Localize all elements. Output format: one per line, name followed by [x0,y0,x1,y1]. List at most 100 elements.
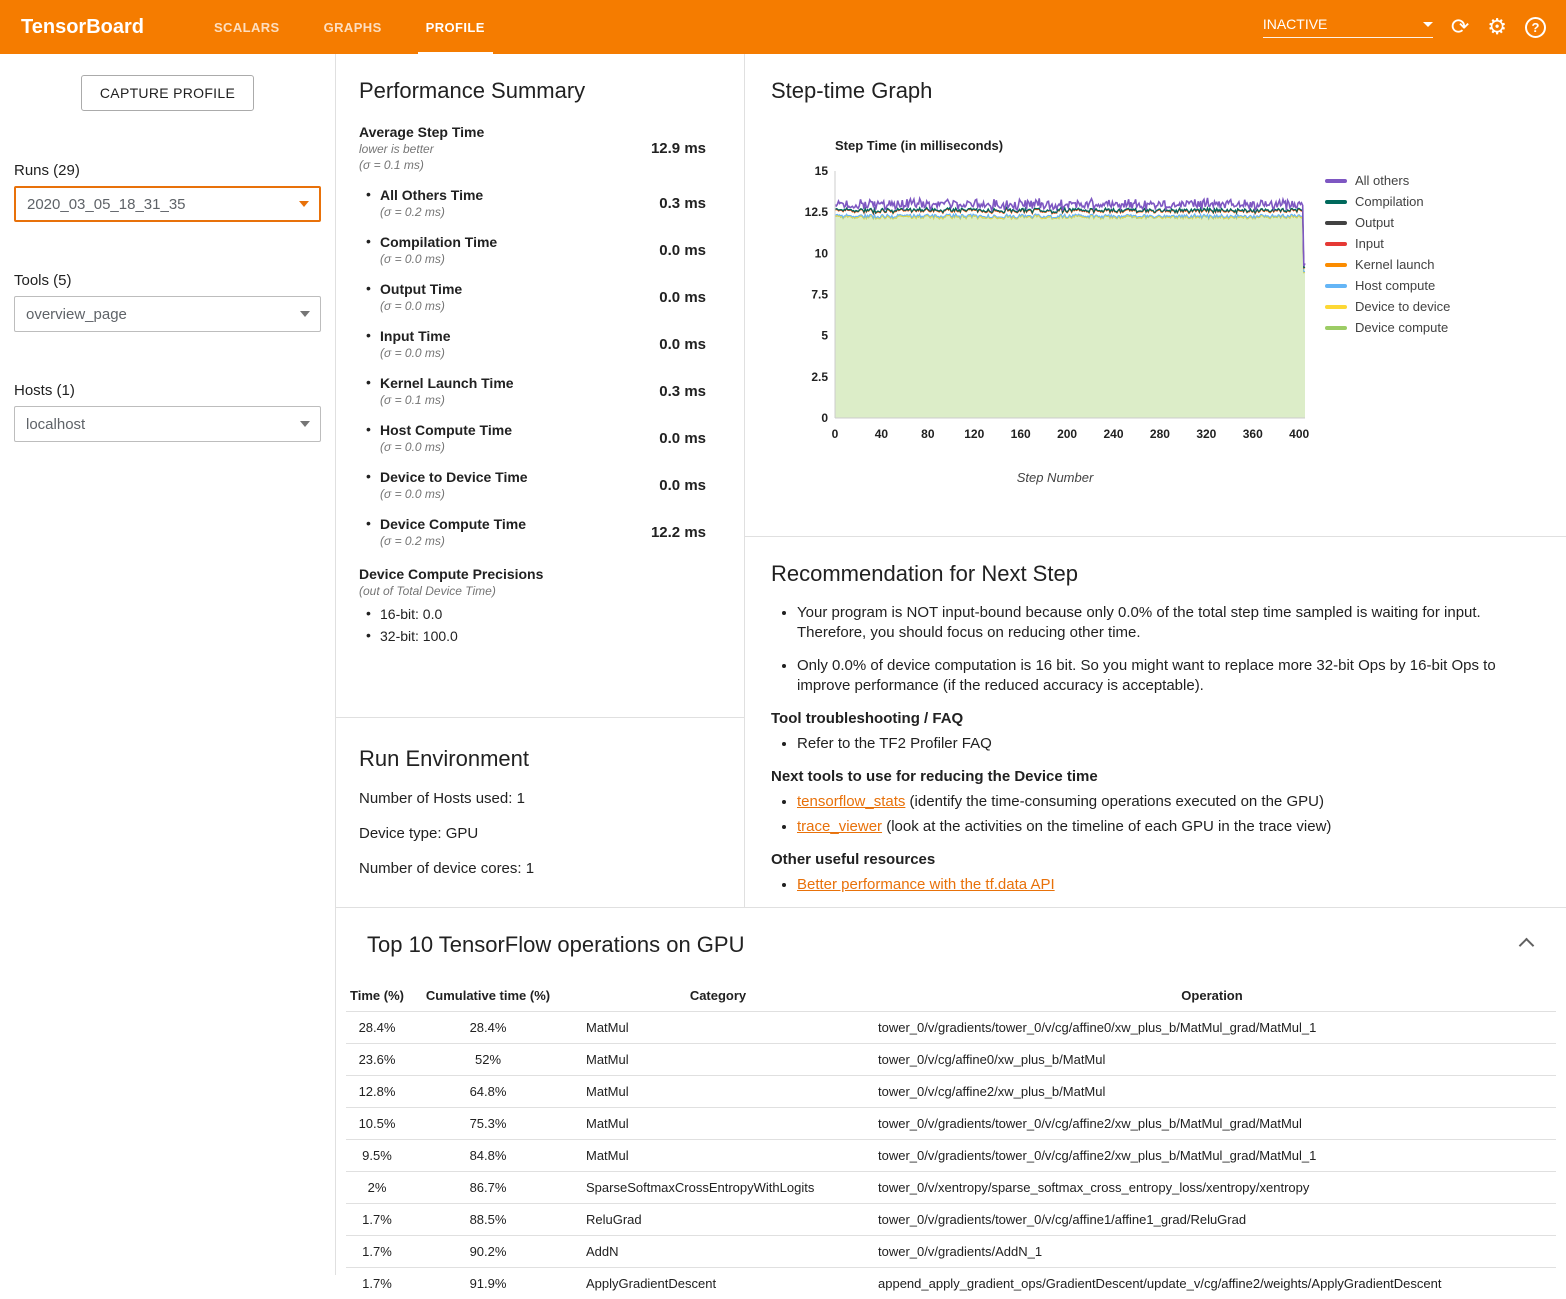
table-column-header: Time (%) [346,980,408,1012]
cell-time: 12.8% [346,1076,408,1108]
legend-swatch [1325,263,1347,267]
app-title: TensorBoard [21,16,144,39]
cell-operation: append_apply_gradient_ops/GradientDescen… [868,1268,1556,1299]
legend-item: Kernel launch [1325,254,1450,275]
cell-time: 2% [346,1172,408,1204]
svg-text:120: 120 [964,427,984,441]
tools-select-value: overview_page [26,306,127,323]
cell-operation: tower_0/v/gradients/tower_0/v/cg/affine2… [868,1140,1556,1172]
metric-row: Average Step Time lower is better (σ = 0.1… [359,124,720,172]
metric-value: 0.0 ms [659,242,720,259]
table-column-header: Category [568,980,868,1012]
metric-subtext: lower is better [359,142,484,156]
legend-item: Input [1325,233,1450,254]
cell-cumulative: 64.8% [408,1076,568,1108]
table-body: 28.4%28.4%MatMultower_0/v/gradients/towe… [346,1012,1556,1299]
legend-item: Compilation [1325,191,1450,212]
runs-select[interactable]: 2020_03_05_18_31_35 [14,186,321,222]
metric-name: Host Compute Time [380,422,512,438]
legend-swatch [1325,326,1347,330]
metric-row: Output Time(σ = 0.0 ms)0.0 ms [359,281,720,313]
cell-category: ApplyGradientDescent [568,1268,868,1299]
legend-label: All others [1355,173,1409,188]
tool-desc: (look at the activities on the timeline … [882,818,1331,835]
status-dropdown[interactable]: INACTIVE [1263,16,1433,38]
cell-time: 23.6% [346,1044,408,1076]
cell-category: MatMul [568,1076,868,1108]
metric-sigma: (σ = 0.2 ms) [380,534,526,548]
metric-row: Kernel Launch Time(σ = 0.1 ms)0.3 ms [359,375,720,407]
tools-label: Tools (5) [14,272,321,289]
tool-link[interactable]: trace_viewer [797,818,882,835]
table-row: 23.6%52%MatMultower_0/v/cg/affine0/xw_pl… [346,1044,1556,1076]
metric-sigma: (σ = 0.0 ms) [380,487,528,501]
svg-text:320: 320 [1196,427,1216,441]
table-row: 1.7%90.2%AddNtower_0/v/gradients/AddN_1 [346,1236,1556,1268]
run-environment-section: Run Environment Number of Hosts used: 1 D… [336,718,744,907]
legend-swatch [1325,200,1347,204]
tab-profile[interactable]: PROFILE [404,0,507,54]
metric-sigma: (σ = 0.0 ms) [380,346,451,360]
metric-name: Average Step Time [359,124,484,140]
legend-item: All others [1325,170,1450,191]
recommendation-title: Recommendation for Next Step [771,561,1536,587]
env-line: Device type: GPU [359,825,720,842]
legend-label: Compilation [1355,194,1424,209]
tab-graphs[interactable]: GRAPHS [302,0,404,54]
legend-label: Host compute [1355,278,1435,293]
cell-cumulative: 90.2% [408,1236,568,1268]
legend-item: Output [1325,212,1450,233]
cell-cumulative: 52% [408,1044,568,1076]
svg-text:12.5: 12.5 [805,205,829,219]
tool-item: tensorflow_stats (identify the time-cons… [797,791,1536,812]
env-line: Number of Hosts used: 1 [359,790,720,807]
metric-info: Device Compute Time(σ = 0.2 ms) [359,516,526,548]
legend-label: Device compute [1355,320,1448,335]
cell-operation: tower_0/v/gradients/tower_0/v/cg/affine1… [868,1204,1556,1236]
tools-select[interactable]: overview_page [14,296,321,332]
table-column-header: Cumulative time (%) [408,980,568,1012]
resource-link[interactable]: Better performance with the tf.data API [797,876,1055,893]
tab-scalars[interactable]: SCALARS [192,0,302,54]
svg-text:40: 40 [875,427,889,441]
svg-text:360: 360 [1243,427,1263,441]
metric-info: All Others Time(σ = 0.2 ms) [359,187,483,219]
metric-name: Output Time [380,281,462,297]
runs-select-value: 2020_03_05_18_31_35 [27,196,186,213]
cell-category: AddN [568,1236,868,1268]
capture-profile-button[interactable]: CAPTURE PROFILE [81,75,254,111]
svg-text:280: 280 [1150,427,1170,441]
refresh-icon[interactable]: ⟳ [1451,16,1469,38]
cell-category: MatMul [568,1108,868,1140]
metric-row: Compilation Time(σ = 0.0 ms)0.0 ms [359,234,720,266]
performance-summary-section: Performance Summary Average Step Timelow… [336,54,744,718]
top-ops-section: Top 10 TensorFlow operations on GPU Time… [336,908,1566,1299]
hosts-select[interactable]: localhost [14,406,321,442]
cell-cumulative: 86.7% [408,1172,568,1204]
metric-sigma: (σ = 0.0 ms) [380,440,512,454]
recommendation-bullet: Only 0.0% of device computation is 16 bi… [797,656,1536,697]
help-icon[interactable]: ? [1525,17,1546,38]
cell-time: 1.7% [346,1268,408,1299]
table-row: 1.7%91.9%ApplyGradientDescentappend_appl… [346,1268,1556,1299]
cell-time: 10.5% [346,1108,408,1140]
hosts-select-value: localhost [26,416,85,433]
cell-time: 28.4% [346,1012,408,1044]
metric-value: 0.0 ms [659,336,720,353]
legend-item: Device to device [1325,296,1450,317]
cell-cumulative: 28.4% [408,1012,568,1044]
table-row: 2%86.7%SparseSoftmaxCrossEntropyWithLogi… [346,1172,1556,1204]
metric-info: Device to Device Time(σ = 0.0 ms) [359,469,528,501]
step-time-graph-section: Step-time Graph Step Time (in millisecon… [745,54,1566,537]
metric-sigma: (σ = 0.0 ms) [380,299,462,313]
legend-swatch [1325,284,1347,288]
chart-title: Step Time (in milliseconds) [835,138,1315,153]
gear-icon[interactable]: ⚙ [1487,16,1507,38]
svg-text:400: 400 [1289,427,1309,441]
run-environment-title: Run Environment [359,746,720,772]
svg-text:160: 160 [1011,427,1031,441]
legend-swatch [1325,221,1347,225]
legend-label: Output [1355,215,1394,230]
tool-link[interactable]: tensorflow_stats [797,793,905,810]
metric-sigma: (σ = 0.1 ms) [359,158,484,172]
